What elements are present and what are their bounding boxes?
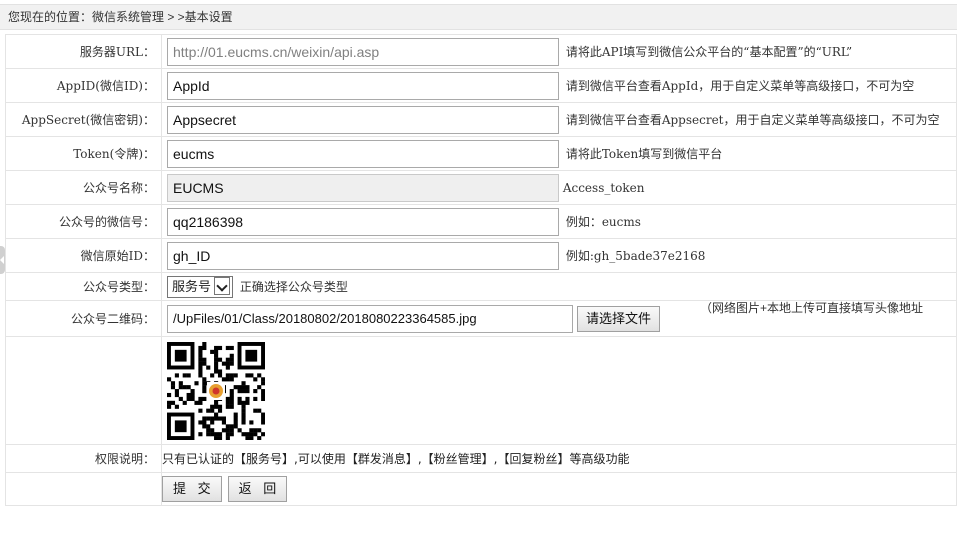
- submit-button[interactable]: 提 交: [162, 476, 222, 502]
- qrcode-path-input[interactable]: /UpFiles/01/Class/20180802/2018080223364…: [167, 304, 573, 333]
- permission-text: 只有已认证的【服务号】,可以使用【群发消息】,【粉丝管理】,【回复粉丝】等高级功…: [162, 452, 630, 466]
- appid-input[interactable]: AppId: [167, 71, 559, 100]
- access-token-hint: Access_token: [562, 180, 645, 195]
- form-row-qrcode-preview: [5, 336, 957, 445]
- settings-form: 服务器URL： http://01.eucms.cn/weixin/api.as…: [5, 34, 957, 506]
- form-row-original-id: 微信原始ID： gh_ID 例如:gh_5bade37e2168: [5, 238, 957, 273]
- form-row-account-type: 公众号类型： 服务号 正确选择公众号类型: [5, 272, 957, 301]
- form-row-appsecret: AppSecret(微信密钥)： Appsecret 请到微信平台查看Appse…: [5, 102, 957, 137]
- qrcode-note: （网络图片+本地上传可直接填写头像地址: [700, 300, 924, 315]
- account-name-input[interactable]: EUCMS: [167, 173, 559, 202]
- form-row-appid: AppID(微信ID)： AppId 请到微信平台查看AppId，用于自定义菜单…: [5, 68, 957, 103]
- appsecret-label: AppSecret(微信密钥)：: [5, 102, 162, 137]
- account-type-select[interactable]: 服务号: [167, 275, 234, 298]
- appid-label: AppID(微信ID)：: [5, 68, 162, 103]
- token-input[interactable]: eucms: [167, 139, 559, 168]
- original-id-input[interactable]: gh_ID: [167, 241, 559, 270]
- form-row-token: Token(令牌)： eucms 请将此Token填写到微信平台: [5, 136, 957, 171]
- form-row-permission: 权限说明： 只有已认证的【服务号】,可以使用【群发消息】,【粉丝管理】,【回复粉…: [5, 444, 957, 473]
- token-hint: 请将此Token填写到微信平台: [565, 147, 723, 161]
- appsecret-input[interactable]: Appsecret: [167, 105, 559, 134]
- qrcode-image: [167, 341, 265, 440]
- form-row-server-url: 服务器URL： http://01.eucms.cn/weixin/api.as…: [5, 34, 957, 69]
- account-type-hint: 正确选择公众号类型: [239, 280, 348, 294]
- form-row-qrcode: 公众号二维码： /UpFiles/01/Class/20180802/20180…: [5, 300, 957, 337]
- choose-file-button[interactable]: 请选择文件: [577, 305, 661, 332]
- original-id-hint: 例如:gh_5bade37e2168: [565, 249, 706, 263]
- chevron-down-icon[interactable]: [214, 276, 231, 295]
- server-url-input[interactable]: http://01.eucms.cn/weixin/api.asp: [167, 37, 559, 66]
- wechat-id-hint: 例如：eucms: [565, 215, 641, 229]
- form-row-actions: 提 交返 回: [5, 472, 957, 506]
- server-url-label: 服务器URL：: [5, 34, 162, 69]
- appsecret-hint: 请到微信平台查看Appsecret，用于自定义菜单等高级接口，不可为空: [565, 113, 940, 127]
- token-label: Token(令牌)：: [5, 136, 162, 171]
- account-type-selected: 服务号: [172, 278, 212, 294]
- wechat-id-input[interactable]: qq2186398: [167, 207, 559, 236]
- original-id-label: 微信原始ID：: [5, 238, 162, 273]
- form-row-account-name: 公众号名称： EUCMS Access_token: [5, 170, 957, 205]
- back-button[interactable]: 返 回: [227, 476, 288, 502]
- appid-hint: 请到微信平台查看AppId，用于自定义菜单等高级接口，不可为空: [565, 79, 915, 93]
- permission-label: 权限说明：: [5, 444, 162, 473]
- server-url-hint: 请将此API填写到微信公众平台的“基本配置”的“URL”: [565, 45, 853, 59]
- wechat-id-label: 公众号的微信号：: [5, 204, 162, 239]
- qrcode-label: 公众号二维码：: [5, 300, 162, 337]
- account-name-label: 公众号名称：: [5, 170, 162, 205]
- form-row-wechat-id: 公众号的微信号： qq2186398 例如：eucms: [5, 204, 957, 239]
- account-type-label: 公众号类型：: [5, 272, 162, 301]
- breadcrumb: 您现在的位置：微信系统管理 > >基本设置: [0, 4, 957, 30]
